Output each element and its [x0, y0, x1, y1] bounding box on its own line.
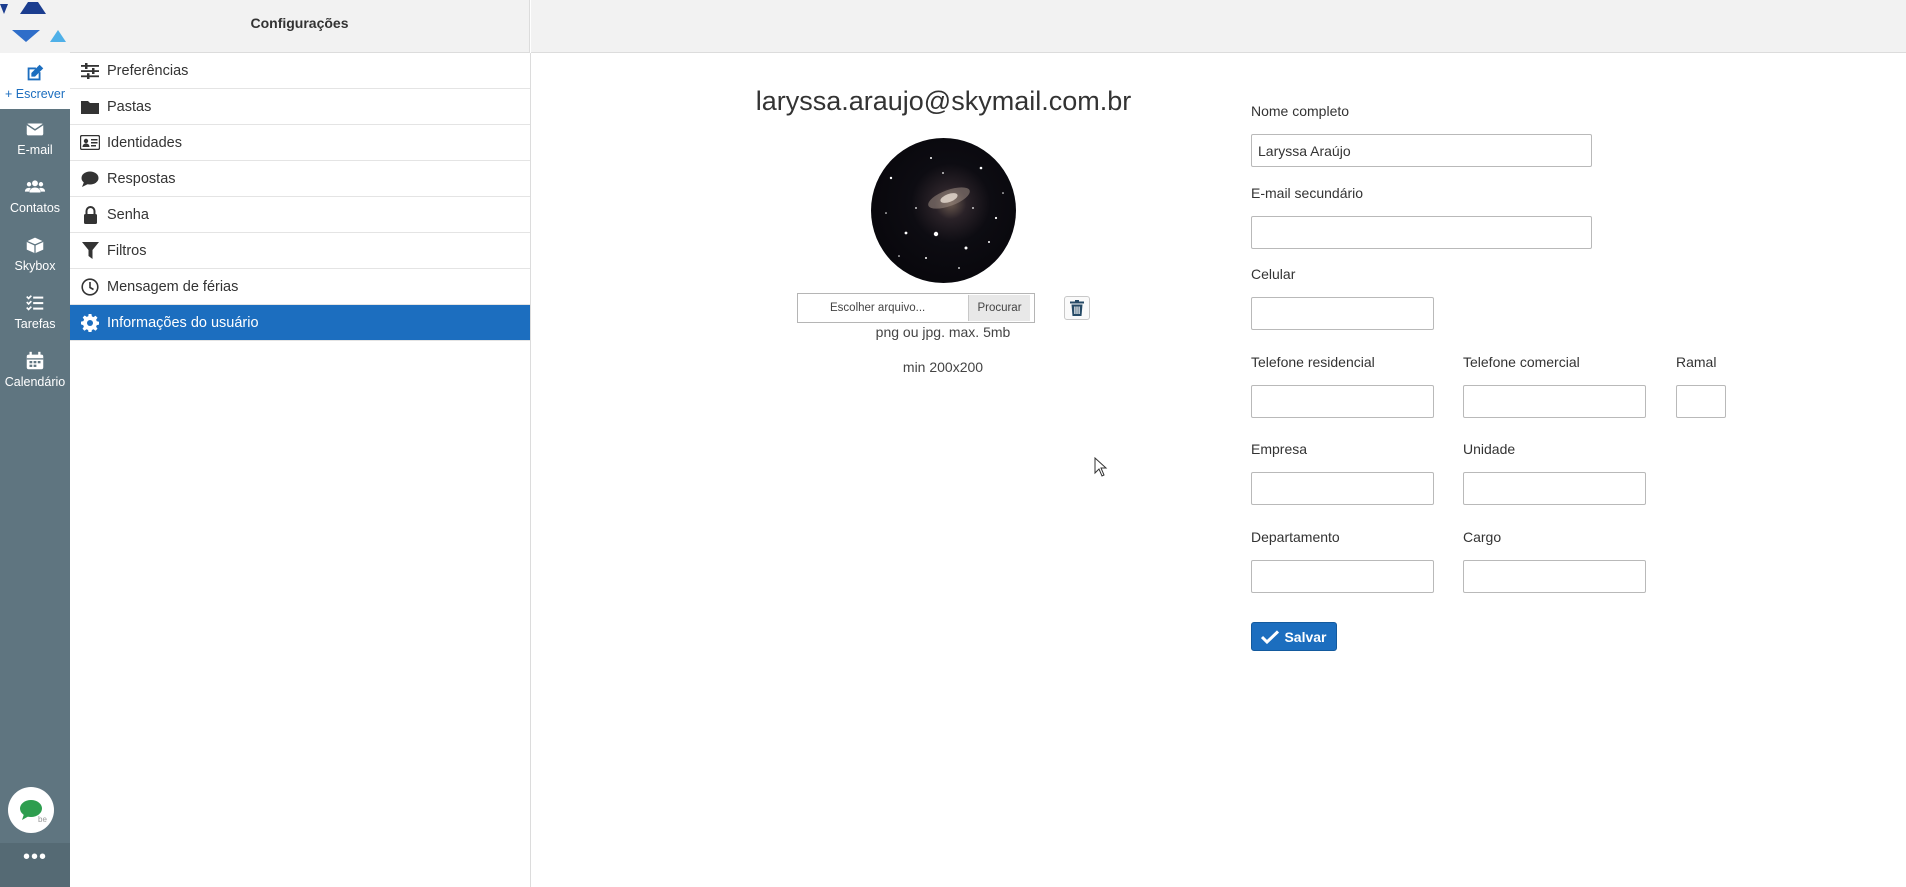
- menu-item-filters[interactable]: Filtros: [70, 233, 530, 269]
- trash-icon: [1070, 300, 1084, 316]
- clock-icon: [80, 277, 100, 297]
- avatar-file-input[interactable]: Escolher arquivo... Procurar: [797, 293, 1035, 323]
- full-name-input[interactable]: [1251, 134, 1592, 167]
- unit-label: Unidade: [1463, 441, 1516, 457]
- gear-icon: [80, 313, 100, 333]
- envelope-icon: [26, 123, 44, 136]
- cell-input[interactable]: [1251, 297, 1434, 330]
- comment-icon: [80, 169, 100, 189]
- rail-item-email[interactable]: E-mail: [0, 118, 70, 174]
- avatar[interactable]: [871, 138, 1016, 283]
- chat-button[interactable]: [8, 787, 54, 833]
- work-phone-label: Telefone comercial: [1463, 354, 1580, 370]
- menu-item-responses[interactable]: Respostas: [70, 161, 530, 197]
- edit-icon: [27, 64, 44, 81]
- tasks-icon: [26, 295, 44, 311]
- menu-label-preferences: Preferências: [107, 62, 189, 79]
- contacts-label: Contatos: [9, 201, 61, 215]
- folder-icon: [80, 97, 100, 117]
- top-bar: [531, 0, 1906, 53]
- logo-icon: [0, 2, 66, 42]
- secondary-email-label: E-mail secundário: [1251, 185, 1364, 201]
- save-button[interactable]: Salvar: [1251, 622, 1337, 651]
- menu-label-identities: Identidades: [107, 134, 182, 151]
- work-phone-input[interactable]: [1463, 385, 1646, 418]
- secondary-email-input[interactable]: [1251, 216, 1592, 249]
- skybox-label: Skybox: [14, 259, 56, 273]
- calendar-icon: [26, 351, 44, 370]
- save-label: Salvar: [1284, 628, 1327, 645]
- chat-tag-icon: be: [38, 815, 47, 824]
- file-placeholder: Escolher arquivo...: [830, 302, 926, 314]
- menu-label-user-info: Informações do usuário: [107, 314, 259, 331]
- calendar-label: Calendário: [4, 375, 66, 389]
- mouse-cursor-icon: [1094, 457, 1108, 477]
- ext-input[interactable]: [1676, 385, 1726, 418]
- unit-input[interactable]: [1463, 472, 1646, 505]
- home-phone-input[interactable]: [1251, 385, 1434, 418]
- cell-label: Celular: [1251, 266, 1296, 282]
- browse-button[interactable]: Procurar: [968, 295, 1030, 321]
- write-label: + Escrever: [4, 87, 66, 101]
- write-button[interactable]: + Escrever: [0, 53, 70, 109]
- id-card-icon: [80, 133, 100, 153]
- menu-item-identities[interactable]: Identidades: [70, 125, 530, 161]
- filter-icon: [80, 241, 100, 261]
- menu-item-user-info[interactable]: Informações do usuário: [70, 305, 530, 341]
- full-name-label: Nome completo: [1251, 103, 1350, 119]
- home-phone-label: Telefone residencial: [1251, 354, 1375, 370]
- sliders-icon: [80, 61, 100, 81]
- menu-label-folders: Pastas: [107, 98, 152, 115]
- avatar-hint-format: png ou jpg. max. 5mb: [875, 324, 1011, 340]
- users-icon: [24, 180, 46, 193]
- menu-label-vacation: Mensagem de férias: [107, 278, 239, 295]
- menu-item-password[interactable]: Senha: [70, 197, 530, 233]
- app-logo[interactable]: [0, 0, 70, 53]
- rail-item-skybox[interactable]: Skybox: [0, 234, 70, 290]
- profile-email: laryssa.araujo@skymail.com.br: [755, 86, 1132, 116]
- menu-label-password: Senha: [107, 206, 149, 223]
- tasks-label: Tarefas: [14, 317, 56, 331]
- role-input[interactable]: [1463, 560, 1646, 593]
- avatar-hint-size: min 200x200: [902, 359, 984, 375]
- box-icon: [26, 237, 44, 254]
- rail-item-calendar[interactable]: Calendário: [0, 350, 70, 406]
- check-icon: [1261, 629, 1280, 644]
- menu-label-filters: Filtros: [107, 242, 147, 259]
- more-button[interactable]: •••: [0, 843, 70, 887]
- company-label: Empresa: [1251, 441, 1308, 457]
- galaxy-image-icon: [885, 157, 1004, 269]
- company-input[interactable]: [1251, 472, 1434, 505]
- menu-item-vacation[interactable]: Mensagem de férias: [70, 269, 530, 305]
- rail-item-contacts[interactable]: Contatos: [0, 176, 70, 232]
- ext-label: Ramal: [1676, 354, 1717, 370]
- role-label: Cargo: [1463, 529, 1502, 545]
- settings-title: Configurações: [70, 0, 530, 53]
- email-label: E-mail: [17, 143, 53, 157]
- department-label: Departamento: [1251, 529, 1340, 545]
- menu-item-folders[interactable]: Pastas: [70, 89, 530, 125]
- delete-avatar-button[interactable]: [1064, 296, 1090, 320]
- left-rail: + Escrever E-mail Contatos Skybox Tarefa…: [0, 0, 70, 887]
- department-input[interactable]: [1251, 560, 1434, 593]
- lock-icon: [80, 205, 100, 225]
- menu-label-responses: Respostas: [107, 170, 176, 187]
- menu-item-preferences[interactable]: Preferências: [70, 53, 530, 89]
- settings-menu: Preferências Pastas Identidades Resposta…: [70, 53, 531, 887]
- rail-item-tasks[interactable]: Tarefas: [0, 292, 70, 348]
